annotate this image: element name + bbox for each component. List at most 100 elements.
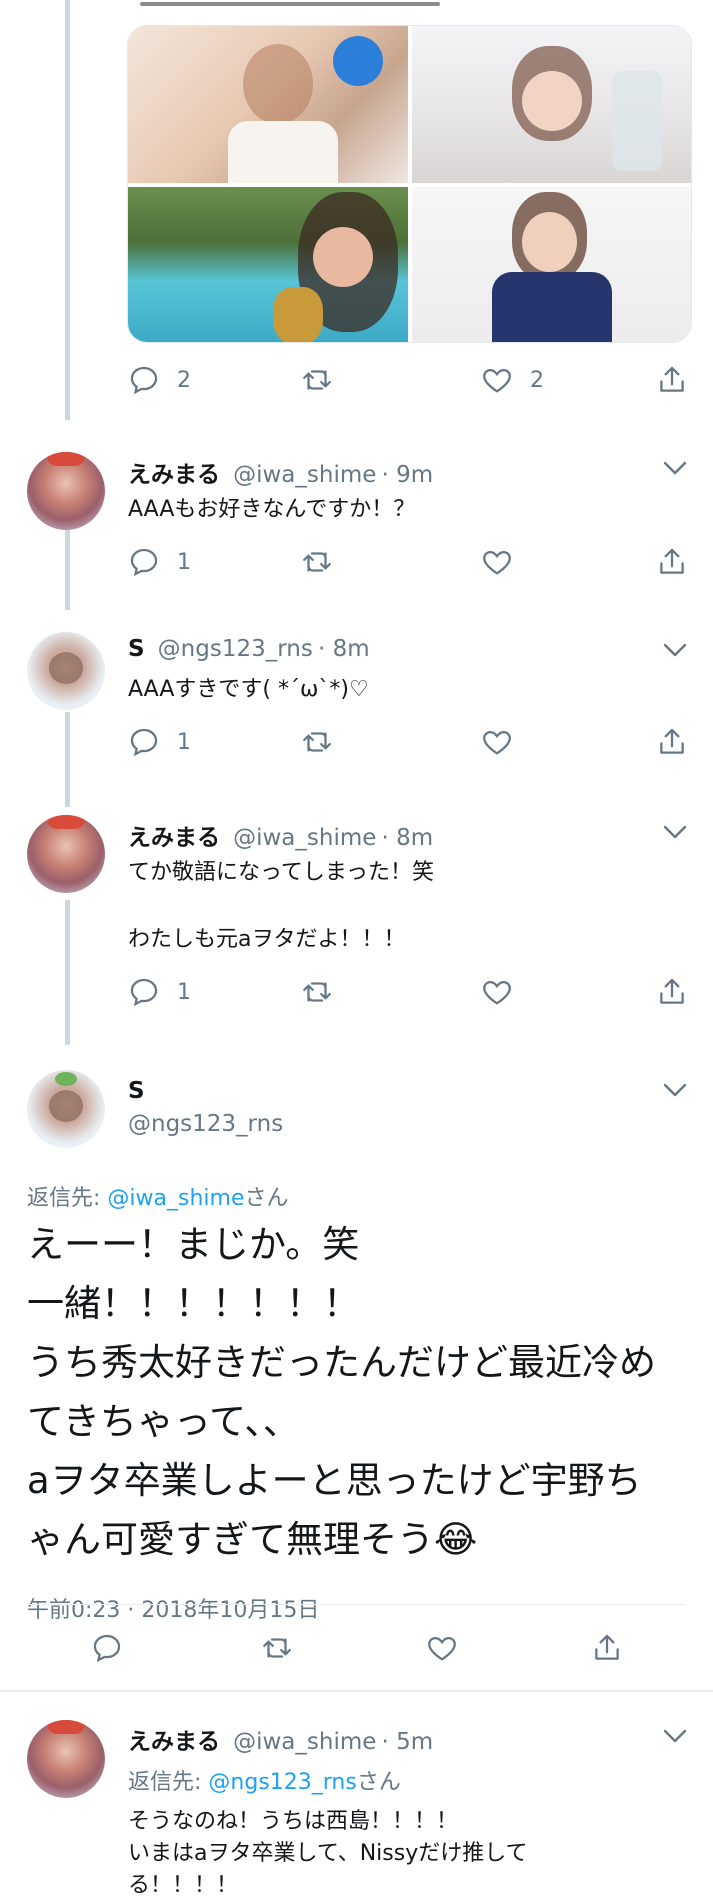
like-icon: [483, 730, 511, 755]
tweet-text: そうなのね！うちは西島！！！！ いまはaヲタ卒業して、Nissyだけ推して る！…: [128, 1806, 528, 1902]
retweet-button[interactable]: [260, 1628, 294, 1668]
tweet-header: S @ngs123_rns · 8m: [128, 636, 370, 662]
timestamp[interactable]: 5m: [396, 1729, 433, 1755]
reply-icon: [93, 1634, 121, 1663]
photo-3[interactable]: [128, 187, 408, 342]
reply-button[interactable]: [90, 1628, 124, 1668]
retweet-icon: [263, 1638, 291, 1658]
retweet-button[interactable]: [300, 360, 334, 400]
chevron-down-icon[interactable]: [660, 1726, 690, 1746]
display-name[interactable]: えみまる: [128, 462, 220, 488]
chevron-down-icon[interactable]: [660, 458, 690, 478]
tweet-header: えみまる @iwa_shime · 9m: [128, 455, 433, 489]
focused-tweet-text: えーー！まじか。笑 一緒！！！！！！！ うち秀太好きだったんだけど最近冷め てき…: [27, 1215, 656, 1569]
reply-context: 返信先: @iwa_shimeさん: [27, 1180, 289, 1212]
share-icon: [660, 978, 684, 1004]
tweet-line: aヲタ卒業しよーと思ったけど宇野ち: [27, 1459, 642, 1502]
photo-1[interactable]: [128, 26, 408, 183]
thread-line: [65, 530, 70, 610]
clipped-text: [140, 0, 460, 8]
reply-suffix: さん: [244, 1186, 289, 1211]
handle[interactable]: @iwa_shime: [233, 1729, 376, 1755]
avatar[interactable]: [27, 1070, 105, 1148]
share-button[interactable]: [655, 360, 689, 400]
handle[interactable]: @iwa_shime: [233, 825, 376, 851]
tweet-line: うち秀太好きだったんだけど最近冷め: [27, 1341, 656, 1384]
share-button[interactable]: [655, 972, 689, 1012]
reply-icon: [130, 366, 158, 395]
timestamp[interactable]: 8m: [396, 825, 433, 851]
handle[interactable]: @ngs123_rns: [158, 636, 313, 662]
retweet-icon: [303, 982, 331, 1002]
separator: ·: [381, 825, 397, 851]
like-button[interactable]: 2: [480, 360, 544, 400]
photo-4[interactable]: [412, 187, 691, 342]
reply-button[interactable]: 1: [127, 542, 191, 582]
mention-link[interactable]: @ngs123_rns: [208, 1770, 356, 1795]
tweet-line: てきちゃって、、: [27, 1400, 300, 1443]
like-button[interactable]: [480, 722, 514, 762]
tweet-timestamp[interactable]: 午前0:23 · 2018年10月15日: [27, 1592, 319, 1624]
display-name[interactable]: えみまる: [128, 825, 220, 851]
reply-context: 返信先: @ngs123_rnsさん: [128, 1764, 401, 1796]
like-icon: [483, 368, 511, 393]
tweet-line: えーー！まじか。笑: [27, 1223, 360, 1266]
tweet-line: ゃん可愛すぎて無理そう😂: [27, 1518, 478, 1561]
like-button[interactable]: [480, 542, 514, 582]
reply-icon: [130, 978, 158, 1007]
thread-line: [65, 712, 70, 807]
tweet-text: わたしも元aヲタだよ！！！: [128, 927, 406, 952]
avatar[interactable]: [27, 1720, 105, 1798]
handle[interactable]: @ngs123_rns: [128, 1111, 283, 1137]
tweet-header: えみまる @iwa_shime · 5m: [128, 1722, 433, 1756]
share-button[interactable]: [655, 722, 689, 762]
retweet-icon: [303, 732, 331, 752]
share-button[interactable]: [655, 542, 689, 582]
avatar[interactable]: [27, 632, 105, 710]
display-name[interactable]: S: [128, 1078, 145, 1104]
retweet-icon: [303, 552, 331, 572]
separator: ·: [317, 636, 333, 662]
separator: ·: [381, 462, 397, 488]
avatar[interactable]: [27, 815, 105, 893]
divider: [0, 1690, 713, 1692]
like-button[interactable]: [425, 1628, 459, 1668]
tweet-text: AAAすきです( *´ω`*)♡: [128, 677, 369, 702]
chevron-down-icon[interactable]: [660, 822, 690, 842]
photo-2[interactable]: [412, 26, 691, 183]
tweet-line: いまはaヲタ卒業して、Nissyだけ推して: [128, 1841, 528, 1866]
separator: ·: [381, 1729, 397, 1755]
tweet-line: る！！！！: [128, 1873, 239, 1898]
handle[interactable]: @iwa_shime: [233, 462, 376, 488]
thread-line: [65, 900, 70, 1045]
reply-count: 1: [177, 979, 191, 1005]
like-icon: [483, 550, 511, 575]
retweet-button[interactable]: [300, 722, 334, 762]
reply-suffix: さん: [356, 1770, 401, 1795]
reply-button[interactable]: 1: [127, 722, 191, 762]
reply-prefix: 返信先:: [128, 1770, 209, 1795]
retweet-button[interactable]: [300, 972, 334, 1012]
like-icon: [428, 1636, 456, 1661]
timestamp[interactable]: 8m: [333, 636, 370, 662]
avatar[interactable]: [27, 452, 105, 530]
reply-button[interactable]: 2: [127, 360, 191, 400]
display-name[interactable]: S: [128, 636, 145, 662]
timestamp[interactable]: 9m: [396, 462, 433, 488]
chevron-down-icon[interactable]: [660, 640, 690, 660]
tweet-line: 一緒！！！！！！！: [27, 1282, 360, 1325]
tweet-text: てか敬語になってしまった！笑: [128, 860, 435, 885]
retweet-button[interactable]: [300, 542, 334, 582]
share-button[interactable]: [590, 1628, 624, 1668]
mention-link[interactable]: @iwa_shime: [107, 1186, 244, 1211]
reply-count: 1: [177, 729, 191, 755]
thread-line: [65, 0, 70, 420]
chevron-down-icon[interactable]: [660, 1080, 690, 1100]
tweet-text: AAAもお好きなんですか！？: [128, 497, 416, 522]
reply-button[interactable]: 1: [127, 972, 191, 1012]
like-count: 2: [530, 367, 544, 393]
display-name[interactable]: えみまる: [128, 1729, 220, 1755]
reply-count: 1: [177, 549, 191, 575]
like-icon: [483, 980, 511, 1005]
like-button[interactable]: [480, 972, 514, 1012]
